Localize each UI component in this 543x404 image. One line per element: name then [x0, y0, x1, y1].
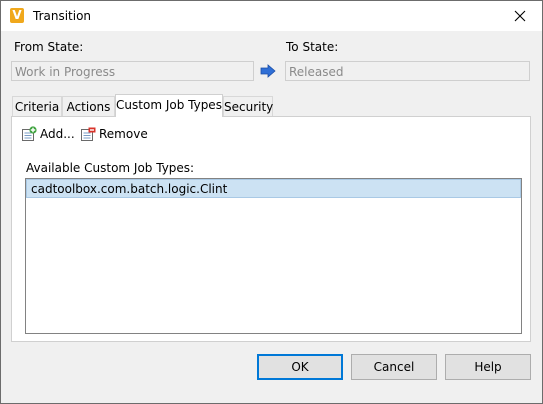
to-state-field: Released — [285, 61, 530, 81]
remove-icon — [81, 127, 96, 141]
close-icon — [514, 10, 526, 22]
remove-button-label: Remove — [99, 127, 148, 141]
add-icon — [22, 126, 37, 141]
tab-custom-job-types[interactable]: Custom Job Types — [115, 94, 223, 117]
app-logo-icon: V — [10, 8, 24, 23]
to-state-label: To State: — [286, 40, 339, 54]
list-item[interactable]: cadtoolbox.com.batch.logic.Clint — [26, 179, 521, 198]
tab-actions[interactable]: Actions — [62, 96, 115, 116]
job-types-list[interactable]: cadtoolbox.com.batch.logic.Clint — [25, 178, 522, 334]
from-state-field: Work in Progress — [11, 61, 254, 81]
add-button[interactable]: Add... — [21, 125, 75, 143]
right-arrow-icon — [260, 64, 276, 78]
transition-dialog: V Transition From State: Work in Progres… — [0, 0, 543, 404]
ok-button[interactable]: OK — [257, 354, 343, 380]
available-job-types-label: Available Custom Job Types: — [26, 161, 195, 175]
from-state-label: From State: — [14, 40, 84, 54]
window-title: Transition — [33, 9, 92, 23]
remove-button[interactable]: Remove — [80, 125, 148, 143]
add-button-label: Add... — [40, 127, 75, 141]
help-button[interactable]: Help — [445, 354, 531, 380]
custom-job-types-panel: Add... Remove Available Custom Job Types… — [11, 116, 531, 342]
cancel-button[interactable]: Cancel — [351, 354, 437, 380]
title-bar: V Transition — [1, 1, 542, 31]
tab-security[interactable]: Security — [223, 96, 273, 116]
tab-criteria[interactable]: Criteria — [12, 96, 62, 116]
close-button[interactable] — [498, 1, 542, 31]
